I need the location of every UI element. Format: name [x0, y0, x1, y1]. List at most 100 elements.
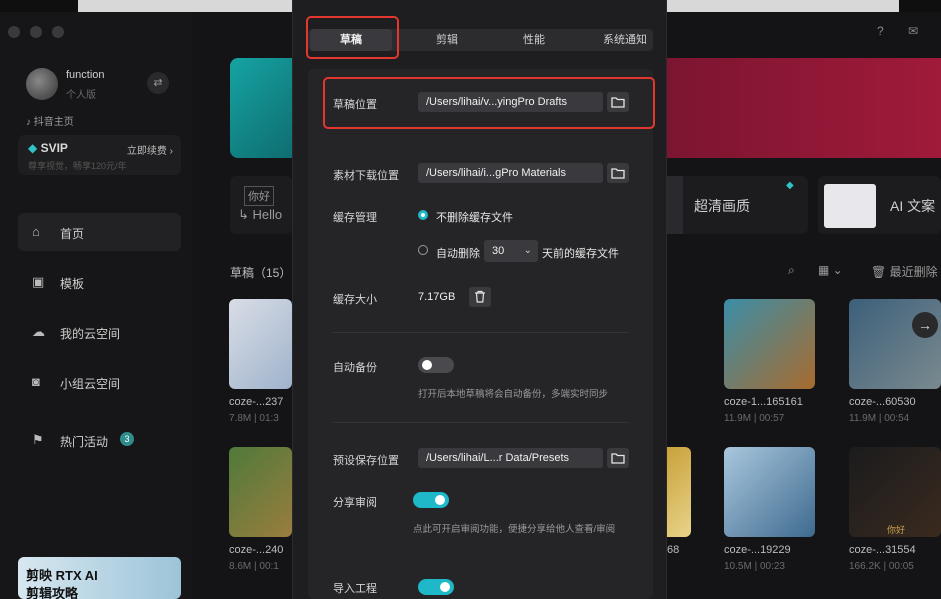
sidebar-item-templates[interactable]: ▣ 模板	[18, 263, 181, 301]
drafts-header: 草稿（15）	[230, 266, 292, 280]
draft-meta: 8.6M | 00:1	[229, 561, 279, 572]
cache-size-label: 缓存大小	[333, 294, 377, 306]
help-icon[interactable]: ?	[877, 24, 884, 38]
material-download-path[interactable]: /Users/lihai/i...gPro Materials	[418, 163, 603, 183]
chevron-down-icon: ⌄	[523, 245, 532, 256]
draft-name: coze-...31554	[849, 544, 916, 556]
template-icon: ▣	[32, 274, 45, 289]
draft-meta: 7.8M | 01:3	[229, 413, 279, 424]
draft-meta: 166.2K | 00:05	[849, 561, 914, 572]
feature-ai-label: AI 文案	[890, 198, 936, 214]
minimize-window-button[interactable]	[30, 26, 42, 38]
recent-delete-label: 最近删除	[889, 265, 938, 279]
svip-renew-button[interactable]: 立即续费 ›	[127, 142, 173, 157]
trash-icon[interactable]	[469, 287, 491, 307]
cache-auto-prefix: 自动删除	[436, 248, 480, 260]
feature-card-hello[interactable]: 你好 ↳ Hello	[230, 176, 292, 234]
cache-auto-suffix: 天前的缓存文件	[542, 248, 619, 260]
sidebar-item-label: 首页	[60, 227, 85, 241]
close-window-button[interactable]	[8, 26, 20, 38]
preset-location-path[interactable]: /Users/lihai/L...r Data/Presets	[418, 448, 603, 468]
sidebar	[0, 12, 192, 599]
promo-banner[interactable]: 剪映 RTX AI 剪辑攻略	[18, 557, 181, 599]
switch-account-icon[interactable]: ⇄	[147, 72, 169, 94]
import-project-label: 导入工程	[333, 583, 377, 595]
draft-meta: 11.9M | 00:54	[849, 413, 910, 424]
feature-card-ai[interactable]: AI 文案	[818, 176, 941, 234]
draft-thumb[interactable]	[229, 299, 292, 389]
cache-size-value: 7.17GB	[418, 291, 456, 303]
sidebar-item-events[interactable]: ⚑ 热门活动 3	[18, 421, 181, 459]
sidebar-item-label: 模板	[60, 277, 85, 291]
user-name: function	[66, 69, 105, 81]
hello-text-label: Hello	[252, 207, 283, 222]
share-review-hint: 点此可开启审阅功能，便捷分享给他人查看/审阅	[413, 524, 616, 535]
draft-name: coze-...19229	[724, 544, 791, 556]
folder-icon[interactable]	[607, 163, 629, 183]
cache-manage-label: 缓存管理	[333, 212, 377, 224]
banner-right[interactable]	[653, 58, 941, 158]
diamond-icon: ◆	[786, 180, 794, 191]
draft-thumb[interactable]	[724, 447, 815, 537]
events-badge: 3	[120, 432, 134, 446]
tab-performance[interactable]: 性能	[493, 29, 575, 51]
recent-delete-button[interactable]: 🗑 最近删除	[871, 263, 938, 280]
svip-title: ◆ SVIP	[28, 141, 68, 155]
draft-meta: 11.9M | 00:57	[724, 413, 785, 424]
toggle-knob	[440, 582, 450, 592]
cache-auto-radio[interactable]	[418, 245, 428, 255]
promo-line-2: 剪辑攻略	[26, 586, 79, 599]
user-plan: 个人版	[66, 90, 96, 101]
promo-line-1: 剪映 RTX AI	[26, 568, 98, 583]
desktop-strip	[78, 0, 292, 12]
draft-name: coze-1...165161	[724, 396, 803, 408]
import-project-toggle[interactable]	[418, 579, 454, 595]
ai-thumb	[824, 184, 876, 228]
view-toggle-icon[interactable]: ▦ ⌄	[818, 263, 843, 277]
sidebar-item-label: 我的云空间	[60, 327, 121, 341]
team-icon: ◙	[32, 374, 40, 389]
toggle-knob	[435, 495, 445, 505]
sidebar-item-label: 小组云空间	[60, 377, 121, 391]
sidebar-item-label: 热门活动	[60, 435, 109, 449]
douyin-home-link[interactable]: ♪ 抖音主页	[26, 113, 74, 128]
auto-backup-toggle[interactable]	[418, 357, 454, 373]
tab-notifications[interactable]: 系统通知	[580, 29, 670, 51]
thumb-tag: 你好	[887, 525, 906, 535]
feature-card-hd[interactable]: 超清画质 ◆	[653, 176, 808, 234]
message-icon[interactable]: ✉	[908, 24, 918, 38]
cache-keep-radio[interactable]	[418, 210, 428, 220]
cache-days-select[interactable]: 30 ⌄	[484, 240, 538, 262]
sidebar-item-home[interactable]: ⌂ 首页	[18, 213, 181, 251]
svip-card[interactable]: ◆ SVIP 立即续费 › 尊享视觉，畅享120元/年	[18, 135, 181, 175]
highlight-box	[306, 16, 399, 59]
cache-keep-label: 不删除缓存文件	[436, 212, 513, 224]
highlight-box	[323, 77, 655, 129]
divider	[333, 332, 629, 333]
toggle-knob	[422, 360, 432, 370]
draft-thumb[interactable]	[229, 447, 292, 537]
share-review-toggle[interactable]	[413, 492, 449, 508]
maximize-window-button[interactable]	[52, 26, 64, 38]
cloud-icon: ☁	[32, 324, 45, 339]
sidebar-item-team-cloud[interactable]: ◙ 小组云空间	[18, 363, 181, 401]
draft-thumb[interactable]: 你好	[849, 447, 941, 537]
avatar[interactable]	[26, 68, 58, 100]
folder-icon[interactable]	[607, 448, 629, 468]
share-review-label: 分享审阅	[333, 497, 377, 509]
feature-hd-label: 超清画质	[694, 198, 750, 214]
desktop-strip	[667, 0, 899, 12]
tab-editing[interactable]: 剪辑	[406, 29, 488, 51]
draft-thumb[interactable]	[667, 447, 691, 537]
sidebar-item-my-cloud[interactable]: ☁ 我的云空间	[18, 313, 181, 351]
material-download-label: 素材下载位置	[333, 170, 399, 182]
draft-name: coze-...60530	[849, 396, 916, 408]
auto-backup-label: 自动备份	[333, 362, 377, 374]
draft-thumb[interactable]	[724, 299, 815, 389]
svip-title-text: SVIP	[40, 141, 68, 155]
banner-left[interactable]	[230, 58, 292, 158]
search-icon[interactable]: ⌕	[788, 263, 795, 278]
svip-subtitle: 尊享视觉，畅享120元/年	[28, 161, 127, 171]
arrow-right-icon[interactable]: →	[912, 312, 938, 338]
draft-name: coze-...237	[229, 396, 284, 408]
